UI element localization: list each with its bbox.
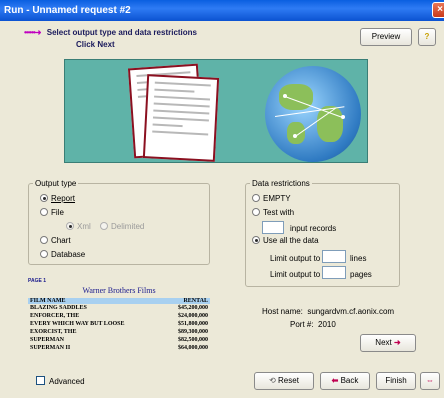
limit-lines-label: Limit output to: [270, 254, 321, 263]
limit-pages-label: Limit output to: [270, 270, 321, 279]
back-label: Back: [340, 376, 359, 385]
back-button[interactable]: ⬅ Back: [320, 372, 370, 390]
limit-lines-input[interactable]: [322, 250, 346, 263]
radio-icon: [40, 207, 48, 216]
output-chart-radio[interactable]: Chart: [40, 235, 71, 245]
checkbox-icon: [36, 376, 45, 386]
restriction-test-radio[interactable]: Test with: [252, 207, 295, 217]
file-xml-radio[interactable]: Xml: [66, 221, 91, 231]
radio-selected-icon: [252, 235, 260, 244]
output-database-radio[interactable]: Database: [40, 249, 86, 259]
next-button[interactable]: Next ➜: [360, 334, 416, 352]
globe-icon: [265, 66, 361, 162]
radio-selected-icon: [66, 221, 74, 230]
radio-icon: [40, 235, 48, 244]
film-name: EXORCIST, THE: [30, 329, 77, 335]
radio-icon: [252, 193, 260, 202]
host-name: Host name: sungardvm.cf.aonix.com: [262, 307, 394, 316]
table-row: EVERY WHICH WAY BUT LOOSE $51,800,000: [28, 320, 210, 328]
test-records-input[interactable]: [262, 221, 284, 234]
film-rental: $24,000,000: [178, 313, 208, 319]
next-label: Next: [375, 338, 392, 347]
reset-label: Reset: [278, 376, 299, 385]
advanced-checkbox[interactable]: Advanced: [36, 376, 85, 386]
radio-icon: [40, 249, 48, 258]
output-report-label: Report: [51, 194, 76, 203]
radio-icon: [100, 221, 108, 230]
window-title: Run - Unnamed request #2: [4, 5, 131, 16]
data-restrictions-legend: Data restrictions: [252, 179, 310, 188]
double-arrow-icon: ⇔: [426, 376, 434, 385]
host-name-value: sungardvm.cf.aonix.com: [307, 307, 395, 316]
output-database-label: Database: [51, 250, 86, 259]
port-label: Port #:: [290, 320, 314, 329]
table-row: SUPERMAN $82,500,000: [28, 336, 210, 344]
report-page-label: PAGE 1: [28, 278, 46, 284]
restriction-empty-label: EMPTY: [263, 194, 291, 203]
input-records-label: input records: [290, 224, 337, 233]
arrow-right-icon: ➜: [393, 338, 401, 347]
film-rental: $82,500,000: [178, 337, 208, 343]
table-row: ENFORCER, THE $24,000,000: [28, 312, 210, 320]
film-name: EVERY WHICH WAY BUT LOOSE: [30, 321, 125, 327]
banner-image: [64, 59, 368, 163]
instruction-text: Select output type and data restrictions: [46, 28, 197, 37]
reset-button[interactable]: ⟲ Reset: [254, 372, 314, 390]
file-xml-label: Xml: [77, 222, 91, 231]
output-file-label: File: [51, 208, 64, 217]
film-name: ENFORCER, THE: [30, 313, 80, 319]
table-row: BLAZING SADDLES $45,200,000: [28, 304, 210, 312]
port-number: Port #: 2010: [290, 320, 336, 329]
output-report-radio[interactable]: Report: [40, 193, 76, 203]
output-type-legend: Output type: [35, 179, 77, 188]
close-icon: ×: [437, 4, 443, 15]
file-delimited-radio[interactable]: Delimited: [100, 221, 145, 231]
restriction-empty-radio[interactable]: EMPTY: [252, 193, 291, 203]
instruction-arrow-icon: ••••••➜: [24, 28, 41, 37]
film-name: SUPERMAN: [30, 337, 64, 343]
instruction-line: ••••••➜ Select output type and data rest…: [24, 28, 197, 37]
film-rental: $64,000,000: [178, 345, 208, 351]
help-button[interactable]: ?: [418, 28, 436, 46]
restriction-all-radio[interactable]: Use all the data: [252, 235, 319, 245]
limit-pages-input[interactable]: [322, 266, 346, 279]
table-row: EXORCIST, THE $89,300,000: [28, 328, 210, 336]
pages-label: pages: [350, 270, 372, 279]
double-arrow-button[interactable]: ⇔: [420, 372, 440, 390]
film-rental: $89,300,000: [178, 329, 208, 335]
reset-icon: ⟲: [269, 376, 276, 385]
radio-icon: [252, 207, 260, 216]
output-file-radio[interactable]: File: [40, 207, 64, 217]
radio-selected-icon: [40, 193, 48, 202]
output-chart-label: Chart: [51, 236, 71, 245]
report-document-icon: [142, 74, 220, 162]
finish-button[interactable]: Finish: [376, 372, 416, 390]
close-button[interactable]: ×: [432, 2, 444, 18]
restriction-test-label: Test with: [263, 208, 295, 217]
advanced-label: Advanced: [49, 377, 85, 386]
film-rental: $45,200,000: [178, 305, 208, 311]
film-rental: $51,800,000: [178, 321, 208, 327]
host-name-label: Host name:: [262, 307, 303, 316]
title-bar: Run - Unnamed request #2: [0, 0, 444, 21]
film-name: BLAZING SADDLES: [30, 305, 87, 311]
table-row: SUPERMAN II $64,000,000: [28, 344, 210, 352]
arrow-left-icon: ⬅: [331, 376, 339, 385]
restriction-all-label: Use all the data: [263, 236, 319, 245]
preview-button[interactable]: Preview: [360, 28, 412, 46]
lines-label: lines: [350, 254, 367, 263]
file-delimited-label: Delimited: [111, 222, 145, 231]
report-preview: PAGE 1 Warner Brothers Films FILM NAME R…: [28, 278, 210, 352]
film-name: SUPERMAN II: [30, 345, 71, 351]
report-title: Warner Brothers Films: [82, 286, 156, 295]
instruction-subtext: Click Next: [76, 40, 115, 49]
port-value: 2010: [318, 320, 336, 329]
